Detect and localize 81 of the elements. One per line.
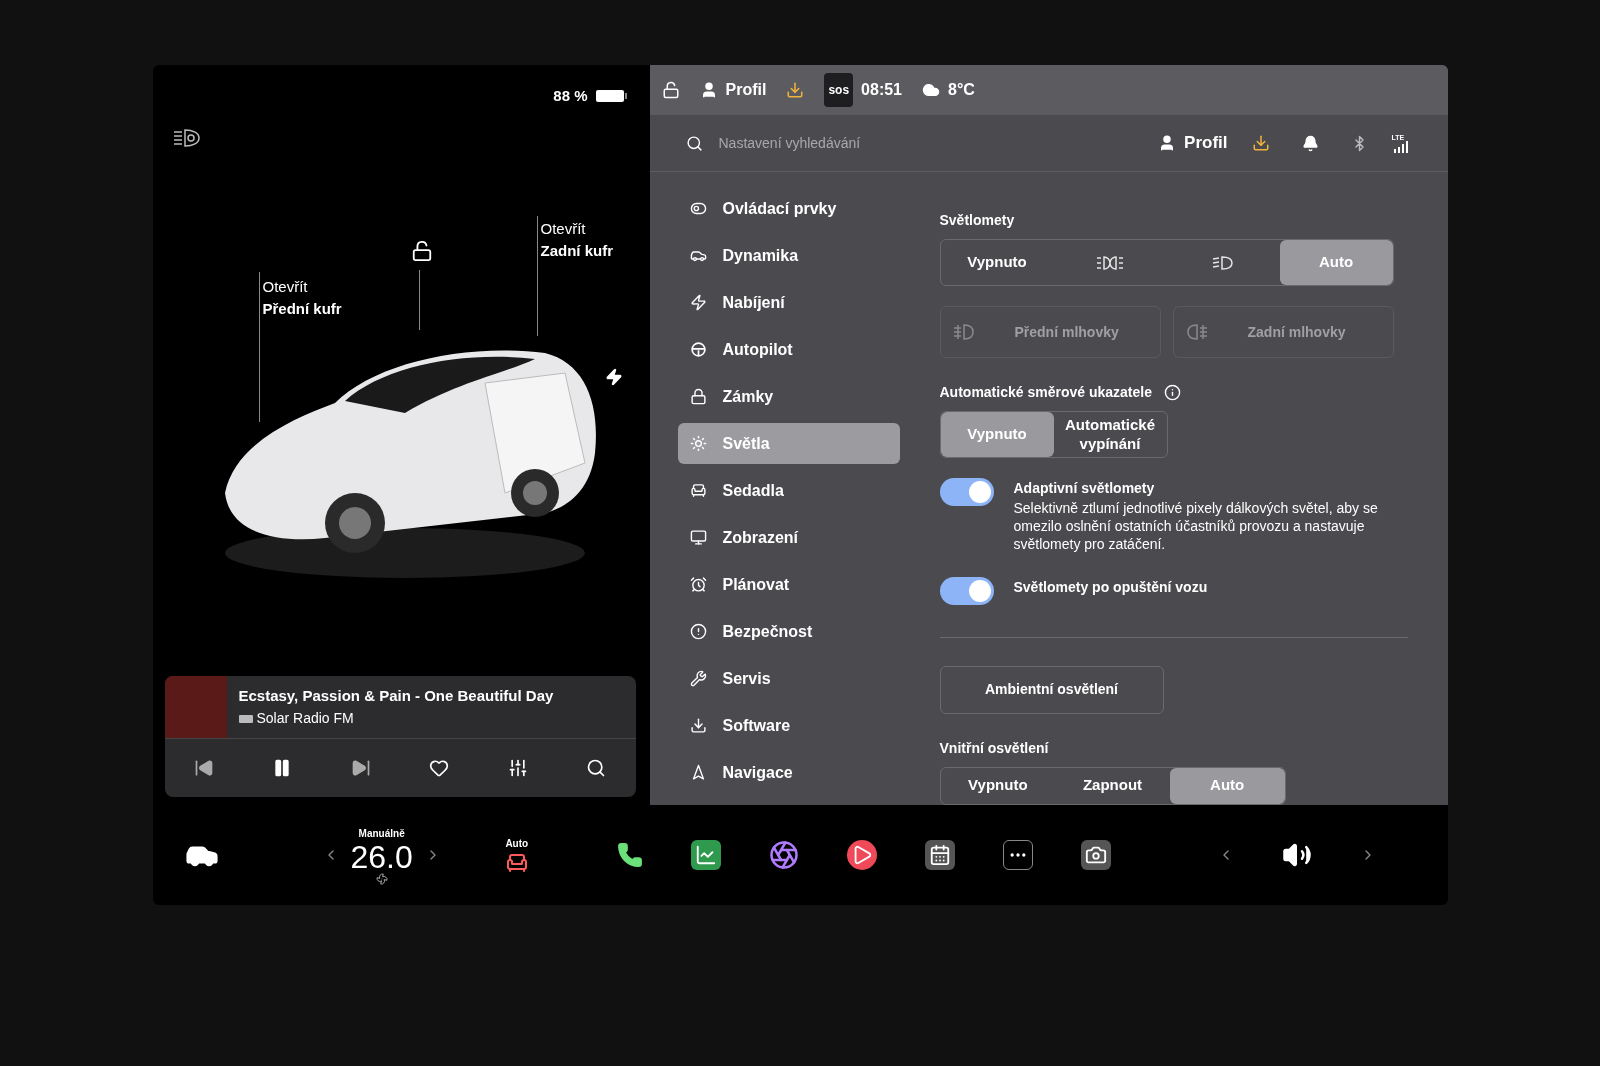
sidebar-item[interactable]: Software	[677, 705, 900, 746]
sos-button[interactable]: sos	[824, 73, 854, 107]
clock-time: 08:51	[861, 80, 902, 100]
segment-option[interactable]: Vypnuto	[940, 240, 1054, 286]
download-icon[interactable]	[786, 81, 805, 99]
front-fog-light-icon	[952, 323, 975, 342]
lightning-icon	[604, 367, 623, 386]
more-icon[interactable]	[1002, 840, 1033, 870]
sidebar-item[interactable]: Ovládací prvky	[677, 188, 900, 229]
camera-lens-icon[interactable]	[768, 840, 799, 870]
profile-label[interactable]: Profil	[725, 78, 767, 102]
setting-title: Světlomety po opuštění vozu	[1013, 578, 1208, 598]
radio-icon	[238, 713, 253, 724]
section-heading: Vnitřní osvětlení	[939, 738, 1050, 758]
section-heading: Světlomety	[939, 211, 1016, 230]
segment-option[interactable]: Zapnout	[1055, 767, 1170, 804]
seat-icon	[689, 482, 707, 499]
lightning-icon	[689, 294, 707, 311]
sidebar-item[interactable]: Servis	[677, 658, 900, 699]
cloud-icon	[922, 81, 940, 99]
screen-icon	[689, 529, 707, 546]
alarm-clock-icon	[689, 576, 707, 593]
previous-icon[interactable]	[193, 758, 214, 778]
headlight-icon	[1212, 254, 1234, 271]
info-icon[interactable]	[1163, 384, 1181, 402]
cabin-temperature[interactable]: 26.0	[350, 840, 413, 873]
wrench-icon	[689, 670, 707, 687]
parking-lights-icon	[1096, 254, 1124, 271]
sidebar-item[interactable]: Zobrazení	[677, 517, 900, 558]
sidebar-item[interactable]: Bezpečnost	[677, 611, 900, 652]
auto-headlight-icon	[172, 127, 201, 148]
next-icon[interactable]	[350, 758, 371, 778]
download-icon[interactable]	[1251, 134, 1270, 152]
download-icon	[689, 717, 707, 734]
alert-icon	[689, 623, 707, 640]
sun-icon	[689, 435, 707, 452]
play-icon[interactable]	[846, 840, 877, 870]
sidebar-item[interactable]: Zámky	[677, 376, 900, 417]
station-name: Solar Radio FM	[256, 708, 354, 728]
search-icon	[685, 134, 703, 152]
segment-option[interactable]: Automatické vypínání	[1053, 412, 1167, 458]
camera-icon[interactable]	[1080, 840, 1111, 870]
trunk-label[interactable]: Zadní kufr	[540, 240, 613, 263]
sidebar-item[interactable]: Dynamika	[677, 235, 900, 276]
steering-wheel-icon	[689, 341, 707, 358]
search-field[interactable]: Nastavení vyhledávání	[718, 132, 1019, 154]
seat-heater-mode: Auto	[505, 836, 529, 851]
sidebar-item[interactable]: Nabíjení	[677, 282, 900, 323]
heart-icon[interactable]	[429, 758, 450, 778]
track-title: Ecstasy, Passion & Pain - One Beautiful Day	[238, 686, 554, 707]
chart-app-icon[interactable]	[690, 840, 721, 870]
trunk-action-label[interactable]: Otevřít	[540, 217, 613, 240]
battery-icon	[595, 89, 628, 104]
frunk-action-label[interactable]: Otevřít	[262, 275, 342, 298]
lock-icon	[689, 388, 707, 405]
rear-fog-light-icon	[1185, 323, 1208, 342]
search-icon[interactable]	[586, 758, 607, 778]
setting-description: Selektivně ztlumí jednotlivé pixely dálkových světel, aby se omezilo oslnění ostatních účastníků provozu a nastavuje světlomety pro zatáčení.	[1013, 499, 1379, 554]
profile-label[interactable]: Profil	[1184, 130, 1228, 156]
equalizer-icon[interactable]	[507, 758, 528, 778]
sidebar-item[interactable]: Autopilot	[677, 329, 900, 370]
calendar-icon[interactable]	[924, 840, 955, 870]
outside-temperature: 8°C	[948, 80, 975, 100]
toggle-switch[interactable]	[939, 577, 994, 606]
sidebar-item[interactable]: Navigace	[677, 752, 900, 793]
climate-mode-label: Manuálně	[358, 826, 405, 841]
bell-icon[interactable]	[1301, 134, 1319, 152]
frunk-label[interactable]: Přední kufr	[262, 298, 342, 321]
ambient-lighting-button[interactable]: Ambientní osvětlení	[939, 666, 1164, 714]
album-art-placeholder	[164, 676, 227, 738]
sidebar-item[interactable]: Sedadla	[677, 470, 900, 511]
segment-option[interactable]: Vypnuto	[940, 767, 1056, 804]
section-heading: Automatické směrové ukazatele	[939, 383, 1152, 403]
sidebar-item[interactable]: Plánovat	[677, 564, 900, 605]
battery-percentage: 88 %	[553, 86, 588, 106]
setting-title: Adaptivní světlomety	[1013, 479, 1156, 499]
phone-icon[interactable]	[616, 842, 643, 868]
unlock-icon[interactable]	[410, 239, 433, 262]
unlock-icon[interactable]	[661, 81, 680, 99]
toggle-switch[interactable]	[939, 478, 994, 507]
toggle-icon	[689, 200, 707, 217]
